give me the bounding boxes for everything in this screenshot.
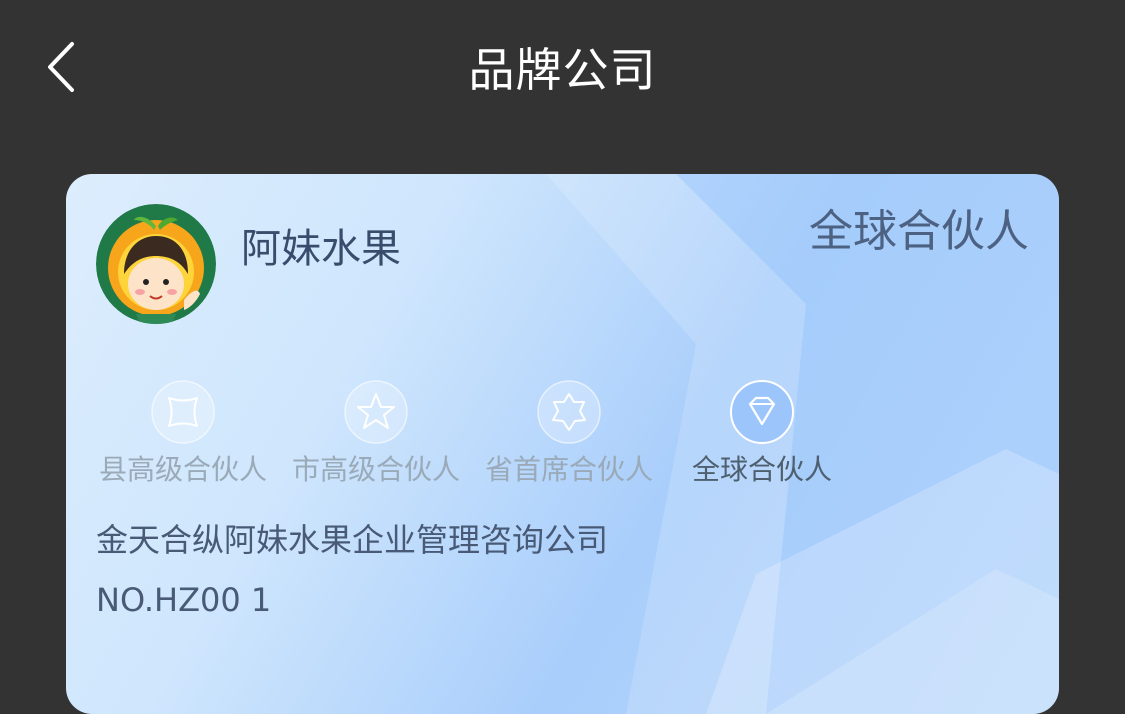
- level-province: 省首席合伙人: [474, 380, 664, 490]
- diamond-badge-icon: [730, 380, 794, 444]
- level-label: 省首席合伙人: [484, 453, 653, 486]
- level-county: 县高级合伙人: [88, 380, 278, 490]
- level-label: 县高级合伙人: [98, 453, 267, 486]
- level-progress: 县高级合伙人 市高级合伙人 省首席合伙人 全球合伙人: [88, 380, 858, 500]
- brand-name: 阿妹水果: [241, 226, 401, 272]
- star-badge-icon: [344, 380, 408, 444]
- level-city: 市高级合伙人: [281, 380, 471, 490]
- brand-logo-avatar: [96, 204, 216, 324]
- partner-card: 阿妹水果 全球合伙人 县高级合伙人 市高级合伙人 省首席合伙人 全球合伙人 金天…: [66, 174, 1059, 714]
- partner-number: NO.HZ00 1: [96, 581, 272, 619]
- level-label: 市高级合伙人: [291, 453, 460, 486]
- company-name: 金天合纵阿妹水果企业管理咨询公司: [96, 521, 609, 559]
- brand-avatar: [96, 204, 216, 324]
- level-label: 全球合伙人: [691, 453, 832, 486]
- page-title: 品牌公司: [468, 43, 657, 97]
- hexagon-badge-icon: [537, 380, 601, 444]
- partner-level-title: 全球合伙人: [809, 206, 1029, 257]
- square-badge-icon: [151, 380, 215, 444]
- nav-bar: 品牌公司: [0, 0, 1125, 140]
- level-global: 全球合伙人: [667, 380, 857, 490]
